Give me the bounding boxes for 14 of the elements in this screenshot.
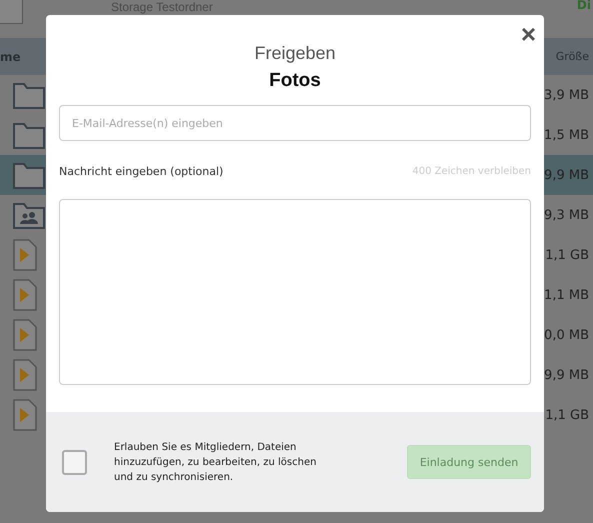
file-size: 9,3 MB	[544, 208, 589, 222]
dialog-subtitle: Fotos	[268, 70, 322, 92]
file-size: 1,1 MB	[544, 288, 589, 302]
file-size: 1,5 MB	[544, 128, 589, 142]
file-size: 9,9 MB	[544, 168, 589, 182]
file-size: 0,0 MB	[544, 328, 589, 342]
file-size: 1,1 GB	[545, 248, 589, 262]
dialog-title: Freigeben	[253, 43, 337, 64]
file-size: 3,9 MB	[544, 88, 589, 102]
status-text: Di	[576, 0, 591, 12]
file-size: 9,9 MB	[544, 368, 589, 382]
permission-label: Erlauben Sie es Mitgliedern, Dateien hinzuzufügen, zu bearbeiten, zu löschen und zu synchronisieren.	[114, 440, 318, 484]
file-size: 1,1 GB	[545, 408, 589, 422]
message-label: Nachricht eingeben (optional)	[59, 165, 224, 178]
